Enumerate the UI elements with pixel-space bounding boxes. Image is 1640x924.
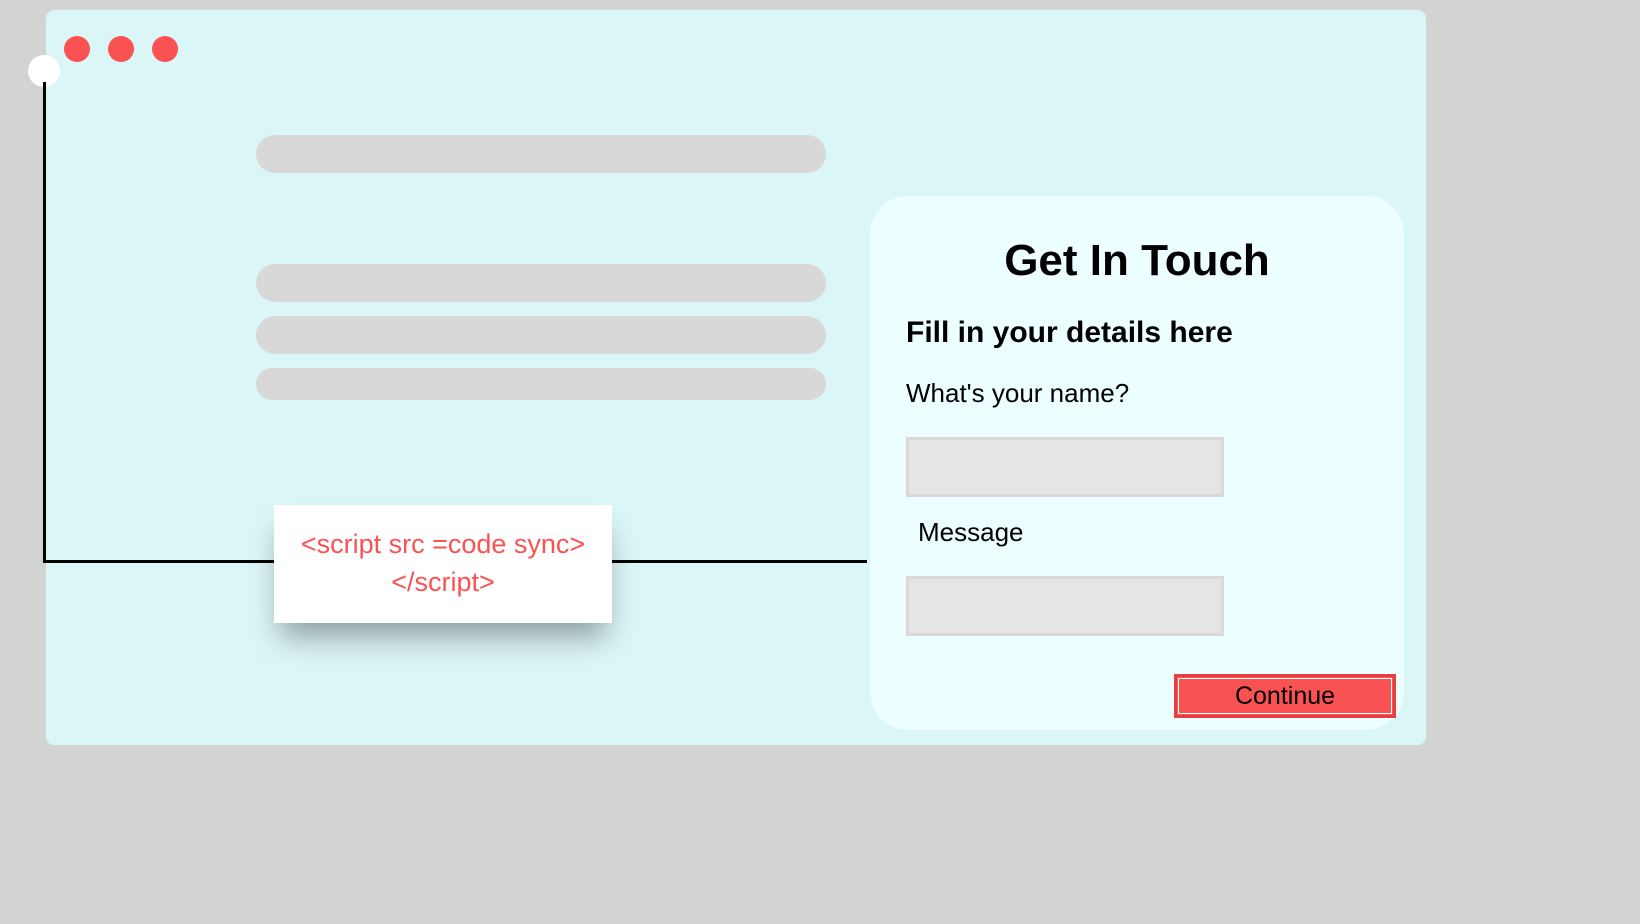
continue-button[interactable]: Continue: [1174, 674, 1396, 718]
message-label: Message: [906, 517, 1368, 548]
maximize-icon[interactable]: [152, 36, 178, 62]
placeholder-line: [256, 264, 826, 302]
code-line-2: </script>: [391, 564, 495, 602]
window-controls: [64, 36, 178, 62]
code-snippet-card: <script src =code sync> </script>: [274, 505, 612, 623]
code-line-1: <script src =code sync>: [301, 526, 585, 564]
connector-line: [43, 82, 46, 562]
name-input[interactable]: [906, 437, 1224, 497]
placeholder-line: [256, 368, 826, 400]
contact-form: Get In Touch Fill in your details here W…: [870, 196, 1404, 730]
browser-window: Get In Touch Fill in your details here W…: [46, 10, 1426, 745]
form-subtitle: Fill in your details here: [906, 316, 1368, 350]
name-label: What's your name?: [906, 378, 1368, 409]
message-input[interactable]: [906, 576, 1224, 636]
close-icon[interactable]: [64, 36, 90, 62]
placeholder-line: [256, 316, 826, 354]
form-title: Get In Touch: [906, 236, 1368, 286]
minimize-icon[interactable]: [108, 36, 134, 62]
placeholder-heading: [256, 135, 826, 173]
